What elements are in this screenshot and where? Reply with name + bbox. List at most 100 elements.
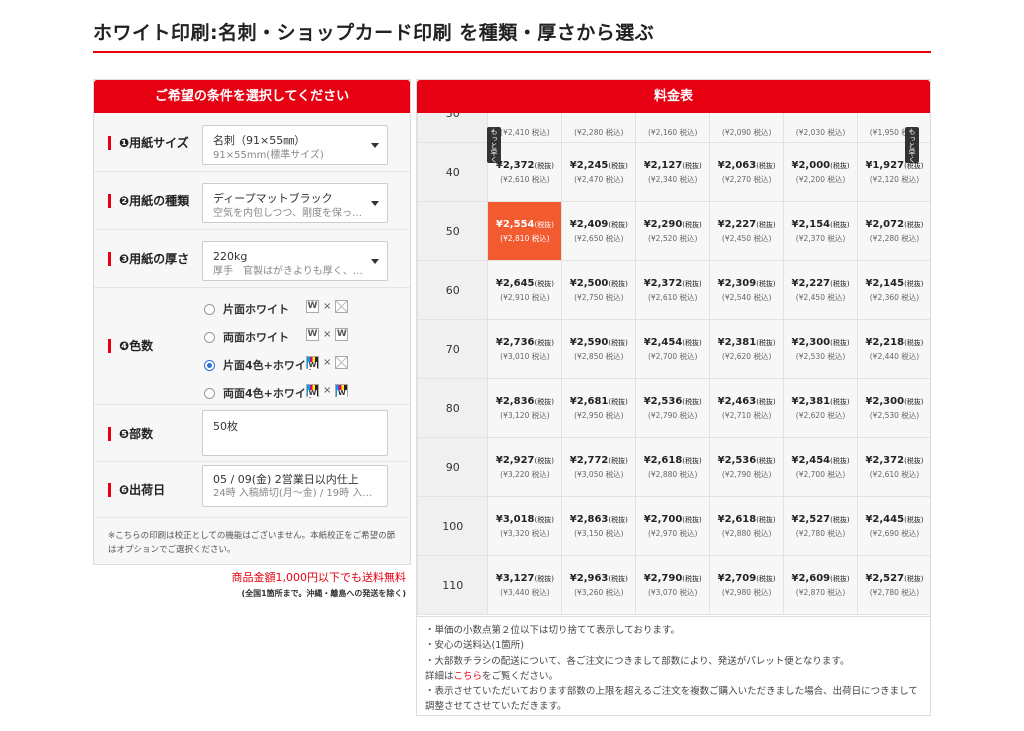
price-cell[interactable]: ¥2,618(税抜) (¥2,880 税込)	[709, 496, 785, 556]
price-tax-included: (¥3,440 税込)	[500, 587, 550, 597]
price-cell[interactable]: ¥2,454(税抜) (¥2,700 税込)	[783, 437, 858, 497]
radio-button[interactable]	[204, 303, 215, 315]
price-cell[interactable]: ¥2,790(税抜) (¥3,070 税込)	[635, 555, 711, 615]
price-cell[interactable]: ¥2,618(税抜) (¥2,880 税込)	[635, 437, 711, 497]
ship-date-field[interactable]: 05 / 09(金) 2営業日以内仕上 24時 入稿締切(月〜金) / 19時 …	[202, 465, 388, 507]
price-cell[interactable]: ¥2,963(税抜) (¥3,260 税込)	[561, 555, 637, 615]
price-cell[interactable]: ¥2,154(税抜) (¥2,370 税込)	[783, 201, 858, 261]
price-cell[interactable]: (¥2,160 税込)	[635, 113, 711, 143]
scroll-left-tag[interactable]: もっと早く	[487, 127, 501, 163]
paper-thickness-select[interactable]: 220kg 厚手 官製はがきよりも厚く、しっか…	[202, 241, 388, 281]
price-cell[interactable]: ¥2,300(税抜) (¥2,530 税込)	[783, 319, 858, 379]
price-tax-excluded: ¥2,218(税抜)	[865, 336, 924, 348]
color-option-1-chips: W ×	[306, 300, 349, 313]
price-cell[interactable]: ¥2,463(税抜) (¥2,710 税込)	[709, 378, 785, 438]
color-option-4[interactable]: 両面4色+ホワイト	[204, 385, 317, 401]
price-cell[interactable]: ¥2,381(税抜) (¥2,620 税込)	[709, 319, 785, 379]
price-cell[interactable]: ¥2,527(税抜) (¥2,780 税込)	[783, 496, 858, 556]
price-cell[interactable]: ¥2,227(税抜) (¥2,450 税込)	[709, 201, 785, 261]
color-option-3[interactable]: 片面4色+ホワイト	[204, 357, 317, 373]
price-cell[interactable]: ¥2,372(税抜) (¥2,610 税込)	[635, 260, 711, 320]
price-tax-included: (¥2,370 税込)	[795, 233, 846, 243]
price-cell[interactable]: ¥2,681(税抜) (¥2,950 税込)	[561, 378, 637, 438]
price-table-header: 料金表	[417, 80, 930, 113]
cmyk-white-ink-icon: W	[306, 356, 319, 369]
price-cell[interactable]: ¥2,454(税抜) (¥2,700 税込)	[635, 319, 711, 379]
price-cell[interactable]: ¥2,500(税抜) (¥2,750 税込)	[561, 260, 637, 320]
price-cell[interactable]: ¥2,409(税抜) (¥2,650 税込)	[561, 201, 637, 261]
price-tax-included: (¥2,790 税込)	[721, 469, 772, 479]
price-tax-excluded: ¥2,372(税抜)	[643, 277, 702, 289]
price-cell[interactable]: ¥2,609(税抜) (¥2,870 税込)	[783, 555, 858, 615]
price-tax-included: (¥2,610 税込)	[500, 174, 550, 184]
price-cell[interactable]: (¥2,090 税込)	[709, 113, 785, 143]
note-line: ・単価の小数点第２位以下は切り捨てて表示しております。	[425, 625, 680, 636]
price-tax-included: (¥2,750 税込)	[574, 292, 624, 302]
price-row: 90 ¥2,927(税抜) (¥3,220 税込) ¥2,772(税抜) (¥3,050…	[417, 437, 930, 497]
price-cell[interactable]: ¥2,381(税抜) (¥2,620 税込)	[783, 378, 858, 438]
price-cell[interactable]: ¥3,127(税抜) (¥3,440 税込)	[487, 555, 563, 615]
price-cell[interactable]: (¥2,030 税込)	[783, 113, 858, 143]
price-cell[interactable]: ¥2,300(税抜) (¥2,530 税込)	[857, 378, 930, 438]
price-tax-included: (¥2,530 税込)	[869, 410, 920, 420]
detail-link[interactable]: こちら	[454, 671, 483, 682]
price-tax-included: (¥2,980 税込)	[721, 587, 772, 597]
white-ink-icon: W	[335, 328, 349, 341]
price-cell[interactable]: ¥3,018(税抜) (¥3,320 税込)	[487, 496, 563, 556]
price-tax-included: (¥2,610 税込)	[869, 469, 920, 479]
quantity-input[interactable]: 50枚	[202, 410, 388, 456]
price-cell[interactable]: ¥2,863(税抜) (¥3,150 税込)	[561, 496, 637, 556]
price-cell[interactable]: ¥1,927(税抜) (¥2,120 税込)	[857, 142, 930, 202]
paper-size-value: 名刺（91×55㎜）	[213, 134, 306, 147]
price-cell-selected[interactable]: ¥2,554(税抜) (¥2,810 税込)	[487, 201, 563, 261]
color-option-label: 片面ホワイト	[223, 303, 289, 316]
price-tax-excluded: ¥2,554(税抜)	[495, 218, 554, 230]
price-tax-included: (¥2,780 税込)	[795, 528, 846, 538]
color-option-1[interactable]: 片面ホワイト	[204, 301, 289, 317]
price-cell[interactable]: ¥2,536(税抜) (¥2,790 税込)	[635, 378, 711, 438]
white-ink-icon: W	[306, 328, 319, 341]
color-option-2[interactable]: 両面ホワイト	[204, 329, 289, 345]
price-cell[interactable]: ¥2,127(税抜) (¥2,340 税込)	[635, 142, 711, 202]
price-tax-included: (¥2,530 税込)	[795, 351, 846, 361]
price-tax-included: (¥2,910 税込)	[500, 292, 550, 302]
radio-button-selected[interactable]	[204, 359, 215, 371]
price-cell[interactable]: ¥2,700(税抜) (¥2,970 税込)	[635, 496, 711, 556]
price-cell[interactable]: (¥2,280 税込)	[561, 113, 637, 143]
no-print-icon	[335, 300, 349, 313]
price-cell[interactable]: ¥2,218(税抜) (¥2,440 税込)	[857, 319, 930, 379]
price-cell[interactable]: ¥2,736(税抜) (¥3,010 税込)	[487, 319, 563, 379]
quantity-row: ❺部数 50枚	[94, 405, 410, 462]
price-cell[interactable]: ¥2,445(税抜) (¥2,690 税込)	[857, 496, 930, 556]
price-cell[interactable]: ¥2,536(税抜) (¥2,790 税込)	[709, 437, 785, 497]
price-cell[interactable]: ¥2,772(税抜) (¥3,050 税込)	[561, 437, 637, 497]
price-cell[interactable]: ¥2,290(税抜) (¥2,520 税込)	[635, 201, 711, 261]
paper-type-select[interactable]: ディープマットブラック 空気を内包しつつ、剛度を保った紙質…	[202, 183, 388, 223]
price-cell[interactable]: ¥2,000(税抜) (¥2,200 税込)	[783, 142, 858, 202]
price-cell[interactable]: ¥2,145(税抜) (¥2,360 税込)	[857, 260, 930, 320]
price-cell[interactable]: ¥2,836(税抜) (¥3,120 税込)	[487, 378, 563, 438]
price-cell[interactable]: ¥2,927(税抜) (¥3,220 税込)	[487, 437, 563, 497]
free-shipping-note: (全国1箇所まで。沖縄・離島への発送を除く)	[241, 589, 406, 598]
price-cell[interactable]: ¥2,709(税抜) (¥2,980 税込)	[709, 555, 785, 615]
price-cell[interactable]: ¥2,527(税抜) (¥2,780 税込)	[857, 555, 930, 615]
color-option-3-chips: W ×	[306, 356, 349, 369]
price-cell[interactable]: ¥2,309(税抜) (¥2,540 税込)	[709, 260, 785, 320]
price-row: 60 ¥2,645(税抜) (¥2,910 税込) ¥2,500(税抜) (¥2,750…	[417, 260, 930, 320]
price-cell[interactable]: ¥2,227(税抜) (¥2,450 税込)	[783, 260, 858, 320]
price-tax-excluded: ¥2,454(税抜)	[643, 336, 702, 348]
price-cell[interactable]: (¥1,950 税込)	[857, 113, 930, 143]
radio-button[interactable]	[204, 387, 215, 399]
price-table-scroll[interactable]: 30 (¥2,410 税込) (¥2,280 税込) (¥2,160 税込) (¥2,0…	[417, 113, 930, 616]
price-cell[interactable]: ¥2,645(税抜) (¥2,910 税込)	[487, 260, 563, 320]
price-cell[interactable]: ¥2,372(税抜) (¥2,610 税込)	[857, 437, 930, 497]
page-title: ホワイト印刷:名刺・ショップカード印刷 を種類・厚さから選ぶ	[93, 22, 655, 44]
price-cell[interactable]: ¥2,072(税抜) (¥2,280 税込)	[857, 201, 930, 261]
paper-size-select[interactable]: 名刺（91×55㎜） 91×55mm(標準サイズ)	[202, 125, 388, 165]
price-cell[interactable]: ¥2,590(税抜) (¥2,850 税込)	[561, 319, 637, 379]
scroll-right-tag[interactable]: もっと早く	[905, 127, 919, 163]
radio-button[interactable]	[204, 331, 215, 343]
price-cell[interactable]: ¥2,063(税抜) (¥2,270 税込)	[709, 142, 785, 202]
note-line: 詳細はこちらをご覧ください。	[425, 670, 559, 682]
price-cell[interactable]: ¥2,245(税抜) (¥2,470 税込)	[561, 142, 637, 202]
